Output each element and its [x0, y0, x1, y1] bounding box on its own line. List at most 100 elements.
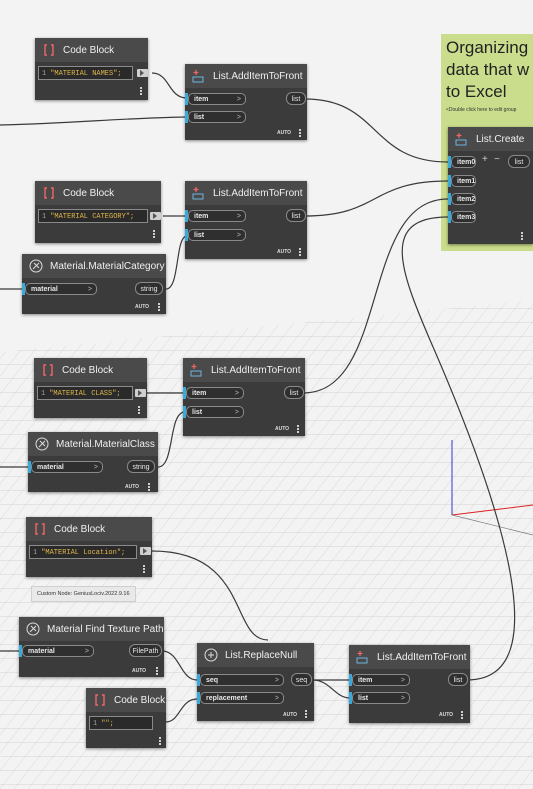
- output-port[interactable]: [135, 389, 146, 397]
- lacing-auto-label: AUTO: [135, 304, 150, 310]
- code-block-node-location[interactable]: Code Block 1 "MATERIAL Location";: [26, 517, 152, 577]
- input-port-list[interactable]: list >: [183, 406, 244, 418]
- input-port-material[interactable]: material >: [19, 645, 94, 657]
- remove-input-button[interactable]: −: [494, 154, 500, 165]
- wire-2: [0, 116, 188, 126]
- lacing-auto-label: AUTO: [439, 712, 454, 718]
- add-item-to-front-node-3[interactable]: List.AddItemToFront item > list > list AUT…: [183, 358, 305, 436]
- input-port-item2[interactable]: item2: [448, 193, 476, 205]
- output-port[interactable]: [150, 212, 161, 220]
- output-port-list[interactable]: list: [508, 155, 530, 168]
- lacing-auto-label: AUTO: [125, 484, 140, 490]
- list-add-icon: [189, 362, 205, 378]
- port-label: list: [358, 695, 369, 702]
- code-block-icon: [32, 521, 48, 537]
- wire-6: [304, 180, 449, 217]
- port-label: list: [194, 114, 205, 121]
- output-port-list[interactable]: list: [286, 92, 306, 105]
- more-menu-icon[interactable]: [299, 128, 302, 138]
- wire-9: [157, 411, 186, 468]
- wire-14: [165, 698, 198, 723]
- input-port-item3[interactable]: item3: [448, 211, 476, 223]
- code-editor[interactable]: 1 "MATERIAL CLASS";: [37, 386, 133, 400]
- more-menu-icon[interactable]: [148, 482, 151, 492]
- output-port-seq[interactable]: seq: [291, 673, 312, 686]
- material-icon: [25, 621, 41, 637]
- code-editor[interactable]: 1 "MATERIAL CATEGORY";: [38, 209, 148, 223]
- more-menu-icon[interactable]: [158, 302, 161, 312]
- output-port[interactable]: [140, 547, 151, 555]
- output-port-list[interactable]: list: [284, 386, 304, 399]
- input-port-material[interactable]: material >: [22, 283, 97, 295]
- more-menu-icon[interactable]: [140, 86, 143, 96]
- add-item-to-front-node-4[interactable]: List.AddItemToFront item > list > list AUT…: [349, 645, 470, 723]
- list-add-icon: [191, 185, 207, 201]
- list-add-icon: [355, 649, 371, 665]
- more-menu-icon[interactable]: [159, 736, 162, 746]
- output-port[interactable]: [137, 69, 148, 77]
- input-port-list[interactable]: list >: [185, 111, 246, 123]
- code-block-node-class[interactable]: Code Block 1 "MATERIAL CLASS";: [34, 358, 147, 418]
- list-create-node[interactable]: List.Create item0 + − list item1 item2 i…: [448, 127, 533, 244]
- node-title: List.AddItemToFront: [377, 651, 467, 663]
- lacing-auto-label: AUTO: [277, 249, 292, 255]
- node-title: Material.MaterialClass: [56, 438, 155, 450]
- more-menu-icon[interactable]: [138, 405, 141, 415]
- output-port-list[interactable]: list: [286, 209, 306, 222]
- input-port-item[interactable]: item >: [185, 93, 246, 105]
- code-editor[interactable]: 1 "MATERIAL Location";: [29, 545, 137, 559]
- add-item-to-front-node-2[interactable]: List.AddItemToFront item > list > list AUT…: [185, 181, 307, 259]
- node-title: List.AddItemToFront: [213, 70, 303, 82]
- code-block-node-category[interactable]: Code Block 1 "MATERIAL CATEGORY";: [35, 181, 161, 243]
- line-number: 1: [33, 549, 38, 557]
- input-port-seq[interactable]: seq >: [197, 674, 284, 686]
- code-block-icon: [92, 692, 108, 708]
- list-create-icon: [454, 131, 470, 147]
- more-menu-icon[interactable]: [297, 424, 300, 434]
- port-label: list: [192, 409, 203, 416]
- more-menu-icon[interactable]: [305, 709, 308, 719]
- material-find-texture-path-node[interactable]: Material Find Texture Path material > Fil…: [19, 617, 164, 677]
- line-number: 1: [93, 720, 98, 728]
- output-port-string[interactable]: string: [135, 282, 163, 295]
- output-port-string[interactable]: string: [127, 460, 155, 473]
- code-text: "MATERIAL NAMES";: [50, 70, 122, 78]
- input-port-item0[interactable]: item0: [448, 156, 476, 168]
- code-block-node-empty[interactable]: Code Block 1 "";: [86, 688, 166, 748]
- more-menu-icon[interactable]: [299, 247, 302, 257]
- port-label: replacement: [206, 695, 248, 702]
- input-port-list[interactable]: list >: [349, 692, 410, 704]
- more-menu-icon[interactable]: [153, 229, 156, 239]
- input-port-item1[interactable]: item1: [448, 175, 476, 187]
- node-title: List.Create: [476, 133, 525, 145]
- more-menu-icon[interactable]: [461, 710, 464, 720]
- add-item-to-front-node-1[interactable]: List.AddItemToFront item > list > list AUT…: [185, 64, 307, 140]
- more-menu-icon[interactable]: [143, 564, 146, 574]
- wire-16: [312, 679, 351, 699]
- add-input-button[interactable]: +: [482, 154, 488, 165]
- graph-canvas[interactable]: Organizing data that w to Excel <Double …: [0, 0, 533, 789]
- code-editor[interactable]: 1 "MATERIAL NAMES";: [38, 66, 133, 80]
- code-block-icon: [40, 362, 56, 378]
- line-number: 1: [42, 213, 47, 221]
- more-menu-icon[interactable]: [156, 666, 159, 676]
- list-add-icon: [191, 68, 207, 84]
- code-editor[interactable]: 1 "";: [89, 716, 153, 730]
- lacing-auto-label: AUTO: [275, 426, 290, 432]
- more-menu-icon[interactable]: [521, 231, 524, 241]
- output-port-list[interactable]: list: [448, 673, 468, 686]
- input-port-material[interactable]: material >: [28, 461, 103, 473]
- input-port-item[interactable]: item >: [349, 674, 410, 686]
- output-port-filepath[interactable]: FilePath: [129, 644, 162, 657]
- list-replace-null-node[interactable]: List.ReplaceNull seq > replacement > seq A…: [197, 643, 314, 721]
- code-block-node-names[interactable]: Code Block 1 "MATERIAL NAMES";: [35, 38, 148, 100]
- wire-5: [165, 235, 188, 290]
- input-port-list[interactable]: list >: [185, 229, 246, 241]
- input-port-item[interactable]: item >: [185, 210, 246, 222]
- node-title: Code Block: [63, 187, 115, 199]
- material-category-node[interactable]: Material.MaterialCategory material > stri…: [22, 254, 166, 314]
- input-port-replacement[interactable]: replacement >: [197, 692, 284, 704]
- material-class-node[interactable]: Material.MaterialClass material > string …: [28, 432, 158, 492]
- input-port-item[interactable]: item >: [183, 387, 244, 399]
- node-title: Material Find Texture Path: [47, 623, 164, 635]
